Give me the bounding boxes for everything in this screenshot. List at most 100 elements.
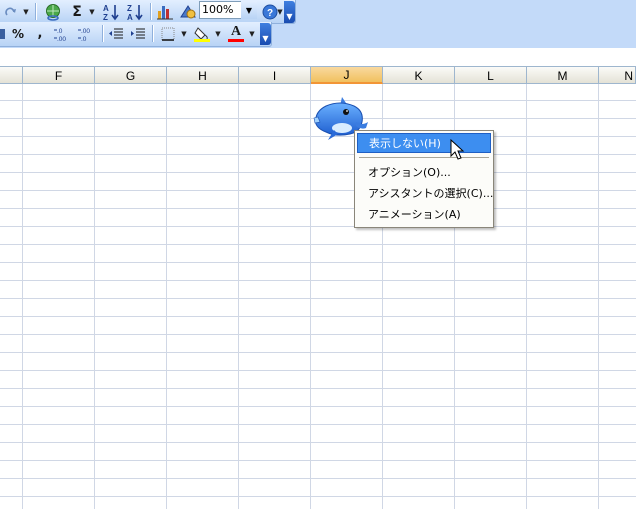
svg-text:.00: .00 bbox=[57, 36, 66, 42]
column-header-n[interactable]: N bbox=[599, 67, 636, 84]
font-color-icon: A bbox=[230, 24, 242, 39]
toolbar-separator bbox=[150, 3, 151, 20]
increase-decimal-button[interactable]: .0.00 bbox=[52, 24, 74, 43]
sort-ascending-button[interactable]: AZ bbox=[100, 2, 122, 21]
svg-text:Z: Z bbox=[103, 13, 108, 21]
formatting-toolbar-options[interactable]: ▼ bbox=[260, 23, 271, 45]
help-dropdown[interactable]: ▼ bbox=[276, 2, 284, 21]
decrease-indent-icon bbox=[109, 28, 123, 38]
autosum-icon: Σ bbox=[72, 3, 82, 20]
borders-icon bbox=[161, 27, 175, 41]
menu-item-options[interactable]: オプション(O)... bbox=[357, 163, 491, 183]
sort-ascending-icon: AZ bbox=[103, 4, 119, 21]
grid-row-line bbox=[0, 370, 636, 371]
formatting-toolbar: % , .0.00 .00.0 ▼ ▼ A ▼ bbox=[0, 22, 272, 47]
standard-toolbar-options[interactable]: ▼ bbox=[284, 1, 295, 23]
chart-wizard-icon bbox=[157, 5, 173, 19]
font-color-dropdown[interactable]: ▼ bbox=[248, 24, 256, 43]
grid-column-line bbox=[22, 84, 23, 509]
chevron-down-icon: ▼ bbox=[181, 29, 187, 38]
percent-icon: % bbox=[11, 26, 25, 41]
grid-column-line bbox=[526, 84, 527, 509]
column-header-l[interactable]: L bbox=[455, 67, 527, 84]
increase-decimal-icon: .0.00 bbox=[54, 28, 66, 42]
menu-item-animate[interactable]: アニメーション(A) bbox=[357, 205, 491, 225]
chevron-down-icon: ▼ bbox=[215, 29, 221, 38]
drawing-button[interactable] bbox=[178, 2, 198, 21]
currency-button[interactable] bbox=[0, 24, 6, 43]
grid-column-line bbox=[94, 84, 95, 509]
comma-icon: , bbox=[37, 26, 43, 41]
svg-text:A: A bbox=[103, 4, 109, 13]
grid-row-line bbox=[0, 478, 636, 479]
grid-row-line bbox=[0, 172, 636, 173]
grid-row-line bbox=[0, 406, 636, 407]
grid-row-line bbox=[0, 388, 636, 389]
borders-button[interactable] bbox=[158, 24, 178, 43]
svg-text:.00: .00 bbox=[81, 28, 90, 35]
increase-indent-button[interactable] bbox=[128, 24, 148, 43]
grid-row-line bbox=[0, 262, 636, 263]
column-header-j[interactable]: J bbox=[311, 67, 383, 84]
increase-indent-icon bbox=[131, 28, 145, 38]
sort-descending-icon: ZA bbox=[127, 4, 143, 21]
excel-window: ▼ Σ ▼ AZ ZA 100% ▼ ? ▼ ▼ % , .0 .00 .00 … bbox=[0, 0, 636, 509]
autosum-dropdown[interactable]: ▼ bbox=[88, 2, 96, 21]
chevron-down-icon: ▼ bbox=[286, 12, 293, 21]
decrease-decimal-button[interactable]: .00.0 bbox=[76, 24, 98, 43]
grid-row-line bbox=[0, 280, 636, 281]
redo-button[interactable] bbox=[2, 2, 20, 21]
grid-row-line bbox=[0, 460, 636, 461]
font-color-bar bbox=[228, 39, 244, 42]
autosum-button[interactable]: Σ bbox=[68, 2, 86, 21]
column-header-i[interactable]: I bbox=[239, 67, 311, 84]
column-header-k[interactable]: K bbox=[383, 67, 455, 84]
column-header-g[interactable]: G bbox=[95, 67, 167, 84]
insert-hyperlink-button[interactable] bbox=[42, 2, 64, 21]
column-header-m[interactable]: M bbox=[527, 67, 599, 84]
grid-row-line bbox=[0, 424, 636, 425]
borders-dropdown[interactable]: ▼ bbox=[180, 24, 188, 43]
grid-column-line bbox=[310, 84, 311, 509]
grid-column-line bbox=[166, 84, 167, 509]
grid-row-line bbox=[0, 226, 636, 227]
chevron-down-icon: ▼ bbox=[277, 7, 283, 16]
grid-row-line bbox=[0, 154, 636, 155]
menu-item-hide[interactable]: 表示しない(H) bbox=[357, 133, 491, 153]
svg-text:Z: Z bbox=[127, 4, 132, 13]
grid-row-line bbox=[0, 316, 636, 317]
toolbar-area: ▼ Σ ▼ AZ ZA 100% ▼ ? ▼ ▼ % , .0 .00 .00 … bbox=[0, 0, 636, 48]
svg-text:.0: .0 bbox=[81, 36, 87, 42]
column-header-f[interactable]: F bbox=[23, 67, 95, 84]
grid-column-line bbox=[238, 84, 239, 509]
fill-color-icon bbox=[194, 26, 210, 42]
menu-separator bbox=[359, 157, 489, 158]
chevron-down-icon: ▼ bbox=[245, 5, 253, 15]
hyperlink-globe-icon bbox=[46, 3, 60, 21]
menu-item-choose-assistant[interactable]: アシスタントの選択(C)... bbox=[357, 184, 493, 204]
cell-grid[interactable] bbox=[0, 84, 636, 509]
toolbar-separator bbox=[35, 3, 36, 20]
grid-row-line bbox=[0, 442, 636, 443]
svg-text:A: A bbox=[127, 13, 133, 21]
fill-color-dropdown[interactable]: ▼ bbox=[214, 24, 222, 43]
redo-dropdown[interactable]: ▼ bbox=[22, 2, 30, 21]
decrease-indent-button[interactable] bbox=[106, 24, 126, 43]
comma-style-button[interactable]: , bbox=[32, 24, 48, 43]
percent-style-button[interactable]: % bbox=[8, 24, 28, 43]
drawing-shapes-icon bbox=[180, 4, 196, 18]
redo-icon bbox=[5, 7, 16, 16]
fill-color-button[interactable] bbox=[192, 24, 212, 43]
sort-descending-button[interactable]: ZA bbox=[124, 2, 146, 21]
column-header-h[interactable]: H bbox=[167, 67, 239, 84]
standard-toolbar: ▼ Σ ▼ AZ ZA 100% ▼ ? ▼ bbox=[0, 0, 296, 24]
grid-row-line bbox=[0, 298, 636, 299]
chart-wizard-button[interactable] bbox=[154, 2, 176, 21]
zoom-dropdown[interactable]: ▼ bbox=[241, 1, 257, 19]
decrease-decimal-icon: .00.0 bbox=[78, 28, 90, 42]
column-header-e[interactable] bbox=[0, 67, 23, 84]
column-header-row: F G H I J K L M N bbox=[0, 66, 636, 84]
toolbar-separator bbox=[102, 25, 103, 42]
font-color-button[interactable]: A bbox=[226, 24, 246, 43]
grid-row-line bbox=[0, 352, 636, 353]
